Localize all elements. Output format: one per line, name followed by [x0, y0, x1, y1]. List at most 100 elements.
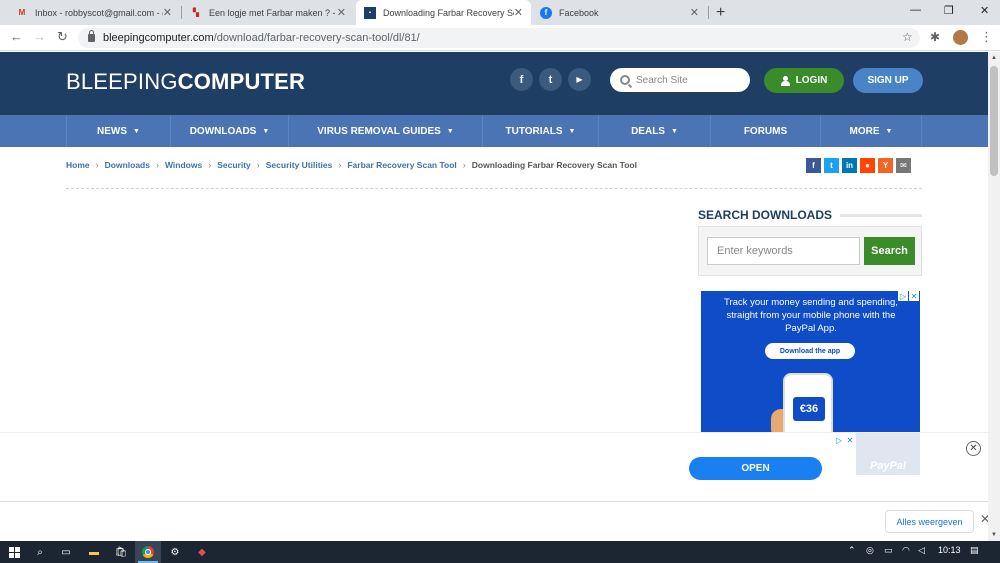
- back-button[interactable]: ←: [10, 29, 23, 44]
- tray-app-icon[interactable]: ◎: [866, 545, 874, 556]
- caret-down-icon: ▼: [133, 127, 140, 135]
- close-icon[interactable]: ✕: [514, 6, 523, 19]
- close-icon[interactable]: ✕: [163, 6, 172, 19]
- reload-button[interactable]: ↻: [57, 29, 68, 45]
- breadcrumb-windows[interactable]: Windows: [165, 160, 202, 170]
- breadcrumb-security[interactable]: Security: [217, 160, 251, 170]
- browser-toolbar: ← → ↻ bleepingcomputer.com/download/farb…: [0, 25, 1000, 51]
- clock[interactable]: 10:13: [938, 545, 961, 555]
- user-icon: [780, 75, 790, 86]
- tab-gmail[interactable]: M Inbox - robbyscot@gmail.com - ( ✕: [8, 0, 180, 25]
- bleepingcomputer-icon: ▪: [364, 6, 376, 19]
- share-ycombinator-icon[interactable]: Y: [878, 158, 893, 173]
- app-icon-red[interactable]: ◆: [195, 545, 209, 559]
- nav-more[interactable]: MORE ▼: [820, 115, 922, 147]
- ad-download-button[interactable]: Download the app: [765, 343, 855, 359]
- bottom-ad-content[interactable]: ▷ ✕ OPEN: [681, 433, 856, 499]
- open-button[interactable]: OPEN: [689, 457, 822, 480]
- caret-down-icon: ▼: [446, 127, 454, 135]
- search-icon[interactable]: ⌕: [33, 545, 47, 559]
- page-viewport: BLEEPINGCOMPUTER f t ▶ Search Site LOGIN…: [0, 52, 988, 541]
- share-twitter-icon[interactable]: t: [824, 158, 839, 173]
- breadcrumb-downloads[interactable]: Downloads: [105, 160, 150, 170]
- close-icon[interactable]: ✕: [690, 6, 699, 19]
- site-search-input[interactable]: Search Site: [610, 68, 750, 92]
- main-nav: NEWS ▼ DOWNLOADS ▼ VIRUS REMOVAL GUIDES ▼ T…: [0, 115, 988, 147]
- caret-down-icon: ▼: [568, 127, 576, 135]
- keywords-input[interactable]: Enter keywords: [707, 237, 860, 265]
- ad-text: Track your money sending and spending, s…: [724, 297, 898, 334]
- forum-icon: ▚: [192, 8, 200, 17]
- bookmark-star-icon[interactable]: ☆: [902, 30, 913, 44]
- share-linkedin-icon[interactable]: in: [842, 158, 857, 173]
- menu-kebab-icon[interactable]: ⋮: [980, 29, 993, 45]
- nav-tutorials[interactable]: TUTORIALS ▼: [482, 115, 598, 147]
- taskbar: ⌕ ▭ ▬ 🛍 ⚙ ◆ ⌃ ◎ ▭ ◠ ◁ 10:13 ▤: [0, 541, 1000, 563]
- app-icon[interactable]: ⚙: [168, 545, 182, 559]
- forward-button[interactable]: →: [33, 29, 46, 44]
- minimize-button[interactable]: —: [910, 4, 921, 16]
- nav-downloads[interactable]: DOWNLOADS ▼: [170, 115, 288, 147]
- windows-start-icon[interactable]: [7, 545, 21, 559]
- ad-close-icon[interactable]: ✕: [845, 435, 855, 445]
- close-ad-icon[interactable]: ✕: [966, 441, 981, 456]
- scrollbar-thumb[interactable]: [990, 66, 998, 176]
- file-explorer-icon[interactable]: ▬: [87, 545, 101, 559]
- battery-icon[interactable]: ▭: [884, 545, 893, 556]
- search-downloads-button[interactable]: Search: [864, 237, 915, 265]
- download-bar: Alles weergeven ✕: [0, 501, 988, 541]
- breadcrumb-home[interactable]: Home: [66, 160, 90, 170]
- address-bar[interactable]: bleepingcomputer.com/download/farbar-rec…: [78, 28, 920, 48]
- notifications-icon[interactable]: ▤: [970, 545, 979, 556]
- url-host: bleepingcomputer.com: [103, 32, 214, 44]
- window-close-button[interactable]: ✕: [980, 4, 989, 17]
- tab-title: Een logje met Farbar maken ? - B: [209, 7, 337, 18]
- bottom-ad-banner: ▷ ✕ OPEN PayPal ✕: [0, 432, 988, 500]
- site-header: BLEEPINGCOMPUTER f t ▶ Search Site LOGIN…: [0, 52, 988, 115]
- signup-button[interactable]: SIGN UP: [853, 68, 923, 93]
- wifi-icon[interactable]: ◠: [902, 545, 910, 556]
- nav-forums[interactable]: FORUMS: [710, 115, 820, 147]
- tab-facebook[interactable]: f Facebook ✕: [532, 0, 707, 25]
- phone-illustration: €36: [783, 373, 833, 436]
- paypal-ad[interactable]: ▷ ✕ Track your money sending and spendin…: [701, 291, 920, 436]
- scroll-down-icon[interactable]: ▼: [991, 532, 997, 538]
- extensions-puzzle-icon[interactable]: ✱: [930, 30, 940, 44]
- share-reddit-icon[interactable]: ●: [860, 158, 875, 173]
- show-all-button[interactable]: Alles weergeven: [885, 510, 974, 533]
- breadcrumb-farbar[interactable]: Farbar Recovery Scan Tool: [347, 160, 456, 170]
- adchoices-icon[interactable]: ▷: [834, 435, 844, 445]
- tab-forum[interactable]: ▚ Een logje met Farbar maken ? - B ✕: [182, 0, 354, 25]
- new-tab-button[interactable]: +: [716, 4, 725, 22]
- close-icon[interactable]: ✕: [337, 6, 346, 19]
- volume-icon[interactable]: ◁: [918, 545, 925, 556]
- close-icon[interactable]: ✕: [980, 512, 988, 526]
- share-facebook-icon[interactable]: f: [806, 158, 821, 173]
- twitter-icon[interactable]: t: [539, 68, 562, 91]
- title-underline: [840, 214, 922, 217]
- site-logo[interactable]: BLEEPINGCOMPUTER: [66, 69, 305, 95]
- login-button[interactable]: LOGIN: [764, 68, 844, 93]
- scroll-up-icon[interactable]: ▲: [991, 55, 997, 61]
- nav-virus-removal-guides[interactable]: VIRUS REMOVAL GUIDES ▼: [288, 115, 482, 147]
- nav-deals[interactable]: DEALS ▼: [598, 115, 710, 147]
- ad-close-icon[interactable]: ✕: [909, 291, 919, 301]
- tab-strip: M Inbox - robbyscot@gmail.com - ( ✕ ▚ Ee…: [0, 0, 1000, 25]
- task-view-icon[interactable]: ▭: [59, 545, 73, 559]
- facebook-icon[interactable]: f: [510, 68, 533, 91]
- chrome-taskbar-active[interactable]: [135, 541, 161, 563]
- search-downloads-box: Enter keywords Search: [698, 226, 922, 276]
- youtube-icon[interactable]: ▶: [568, 68, 591, 91]
- scrollbar[interactable]: ▲ ▼: [988, 52, 1000, 541]
- tab-bleepingcomputer[interactable]: ▪ Downloading Farbar Recovery Sc ✕: [356, 0, 531, 25]
- profile-avatar[interactable]: [953, 30, 968, 45]
- maximize-button[interactable]: ❐: [944, 4, 954, 17]
- search-downloads-title: SEARCH DOWNLOADS: [698, 208, 832, 222]
- share-email-icon[interactable]: ✉: [896, 158, 911, 173]
- gmail-icon: M: [18, 8, 26, 17]
- store-icon[interactable]: 🛍: [114, 545, 128, 559]
- divider: [66, 188, 922, 189]
- nav-news[interactable]: NEWS ▼: [66, 115, 170, 147]
- breadcrumb-security-utilities[interactable]: Security Utilities: [266, 160, 333, 170]
- tray-chevron-icon[interactable]: ⌃: [848, 545, 856, 556]
